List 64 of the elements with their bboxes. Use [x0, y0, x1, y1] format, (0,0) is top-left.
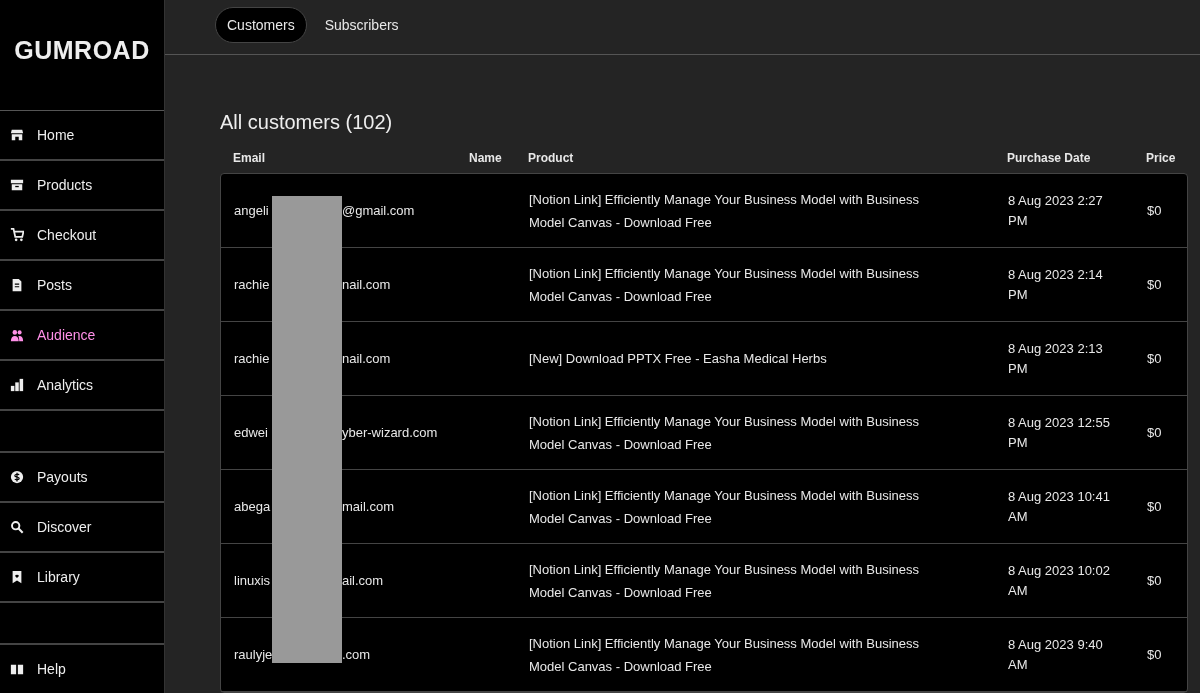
email-text: @gmail.com [342, 203, 415, 218]
email-text: linuxis [234, 573, 272, 588]
date-text: 8 Aug 2023 2:14 PM [1008, 265, 1104, 304]
column-header: Purchase Date [1007, 151, 1092, 165]
dollar-icon [10, 470, 24, 484]
nav-item[interactable]: Library [0, 553, 164, 603]
date-text: 8 Aug 2023 12:55 PM [1008, 413, 1111, 452]
nav-item[interactable]: Discover [0, 503, 164, 553]
email-text: rachie [234, 351, 271, 366]
product-text: [Notion Link] Efficiently Manage Your Business Model with Business Model Canvas - Download Free [529, 486, 920, 528]
nav-item[interactable]: Home [0, 111, 164, 161]
nav-item[interactable]: Checkout [0, 211, 164, 261]
price-text: $0 [1147, 277, 1162, 292]
date-text: 8 Aug 2023 2:13 PM [1008, 339, 1104, 378]
price-text: $0 [1147, 203, 1162, 218]
nav-item[interactable]: Posts [0, 261, 164, 311]
date-text: 8 Aug 2023 10:41 AM [1008, 487, 1111, 526]
people-icon [10, 328, 24, 342]
column-header: Price [1146, 151, 1177, 165]
date-text: 8 Aug 2023 10:02 AM [1008, 561, 1111, 600]
price-text: $0 [1147, 425, 1162, 440]
email-text: angeli [234, 203, 270, 218]
date-text: 8 Aug 2023 9:40 AM [1008, 635, 1104, 674]
column-header: Product [528, 151, 575, 165]
price-text: $0 [1147, 351, 1162, 366]
product-text: [Notion Link] Efficiently Manage Your Business Model with Business Model Canvas - Download Free [529, 634, 920, 676]
nav-item[interactable]: Products [0, 161, 164, 211]
date-text: 8 Aug 2023 2:27 PM [1008, 191, 1104, 230]
bar-chart-icon [10, 378, 24, 392]
email-text: yber-wizard.com [342, 425, 438, 440]
price-text: $0 [1147, 499, 1162, 514]
bookmark-icon [10, 570, 24, 584]
email-text: raulyje [234, 647, 274, 662]
product-text: [Notion Link] Efficiently Manage Your Business Model with Business Model Canvas - Download Free [529, 264, 920, 306]
cart-icon [10, 228, 24, 242]
column-header: Email [232, 151, 266, 165]
tab[interactable]: Customers [215, 7, 307, 43]
email-text: mail.com [342, 499, 394, 514]
book-icon [10, 662, 24, 676]
product-text: [Notion Link] Efficiently Manage Your Business Model with Business Model Canvas - Download Free [529, 560, 920, 602]
search-icon [10, 520, 24, 534]
archive-icon [10, 178, 24, 192]
logo[interactable]: GUMROAD [14, 36, 150, 65]
nav-item[interactable]: Payouts [0, 453, 164, 503]
tab[interactable]: Subscribers [312, 7, 411, 43]
email-text: nail.com [342, 351, 391, 366]
column-header: Name [469, 151, 503, 165]
email-text: rachie [234, 277, 271, 292]
nav-item[interactable]: Audience [0, 311, 164, 361]
product-text: [Notion Link] Efficiently Manage Your Business Model with Business Model Canvas - Download Free [529, 190, 920, 232]
price-text: $0 [1147, 647, 1162, 662]
document-icon [10, 278, 24, 292]
store-icon [10, 128, 24, 142]
nav-item[interactable]: Help [0, 645, 164, 693]
email-text: abega [234, 499, 272, 514]
product-text: [New] Download PPTX Free - Easha Medical Herbs [529, 350, 827, 368]
page-heading: All customers (102) [220, 111, 394, 134]
price-text: $0 [1147, 573, 1162, 588]
email-text: .com [342, 647, 371, 662]
email-text: edwei [234, 425, 269, 440]
email-text: nail.com [342, 277, 391, 292]
product-text: [Notion Link] Efficiently Manage Your Business Model with Business Model Canvas - Download Free [529, 412, 920, 454]
nav-item[interactable]: Analytics [0, 361, 164, 411]
email-text: ail.com [342, 573, 384, 588]
